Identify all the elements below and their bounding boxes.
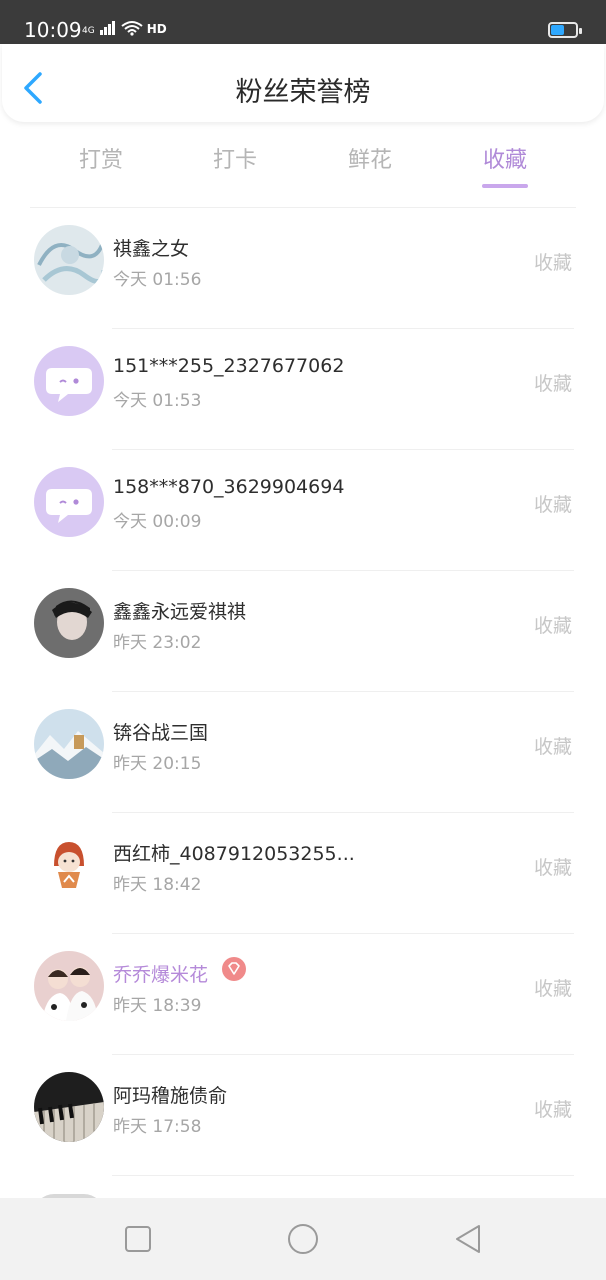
- tab-active-indicator: [482, 184, 528, 188]
- list-item[interactable]: 158***870_3629904694 今天 00:09 收藏: [0, 450, 606, 571]
- action-label: 收藏: [533, 252, 572, 274]
- fan-time: 今天 01:53: [113, 391, 202, 411]
- tab-checkin[interactable]: 打卡: [185, 142, 285, 174]
- battery-level: [551, 25, 565, 35]
- list-item[interactable]: 鑫鑫永远爱祺祺 昨天 23:02 收藏: [0, 571, 606, 692]
- avatar[interactable]: [34, 467, 104, 537]
- avatar[interactable]: [34, 346, 104, 416]
- list-item[interactable]: 锛谷战三国 昨天 20:15 收藏: [0, 692, 606, 813]
- tab-favorites-label: 收藏: [482, 148, 527, 173]
- landscape-avatar-icon: [34, 709, 104, 779]
- list-item[interactable]: 西红柿_4087912053255... 昨天 18:42 收藏: [0, 813, 606, 934]
- fan-name: 祺鑫之女: [113, 238, 190, 260]
- title-bar: 粉丝荣誉榜: [2, 44, 604, 122]
- row-divider: [112, 1175, 574, 1176]
- avatar[interactable]: [34, 588, 104, 658]
- tab-flowers[interactable]: 鲜花: [320, 142, 420, 174]
- vip-badge: [222, 957, 246, 981]
- system-nav-bar: [0, 1198, 606, 1280]
- cartoon-avatar-icon: [34, 830, 104, 900]
- fan-list: 祺鑫之女 今天 01:56 收藏 151***255_2327677062 今天…: [0, 208, 606, 1176]
- status-icons: 4G HD: [82, 20, 167, 36]
- action-label: 收藏: [533, 373, 572, 395]
- action-label: 收藏: [533, 736, 572, 758]
- battery-icon: [548, 22, 582, 38]
- fan-time: 昨天 20:15: [113, 754, 202, 774]
- list-item[interactable]: 祺鑫之女 今天 01:56 收藏: [0, 208, 606, 329]
- fan-name: 阿玛穞施债俞: [113, 1085, 228, 1107]
- avatar[interactable]: [34, 1072, 104, 1142]
- status-time: 10:09: [24, 18, 82, 42]
- anime-art-avatar-icon: [34, 225, 104, 295]
- list-item[interactable]: 乔乔爆米花 昨天 18:39 收藏: [0, 934, 606, 1055]
- fan-time: 今天 00:09: [113, 512, 202, 532]
- back-nav-button[interactable]: [451, 1222, 485, 1256]
- fan-name: 鑫鑫永远爱祺祺: [113, 601, 247, 623]
- list-item[interactable]: 阿玛穞施债俞 昨天 17:58 收藏: [0, 1055, 606, 1176]
- piano-avatar-icon: [34, 1072, 104, 1142]
- tab-favorites[interactable]: 收藏: [455, 142, 555, 188]
- hd-label: HD: [146, 22, 167, 36]
- diamond-icon: [228, 962, 240, 975]
- status-bar: 10:09 4G HD: [0, 0, 606, 44]
- chat-bubble-avatar-icon: [34, 467, 104, 537]
- action-label: 收藏: [533, 1099, 572, 1121]
- action-label: 收藏: [533, 494, 572, 516]
- action-label: 收藏: [533, 615, 572, 637]
- avatar[interactable]: [34, 951, 104, 1021]
- fan-time: 今天 01:56: [113, 270, 202, 290]
- action-label: 收藏: [533, 857, 572, 879]
- fan-time: 昨天 17:58: [113, 1117, 202, 1137]
- recent-apps-button[interactable]: [121, 1222, 155, 1256]
- network-label: 4G: [82, 26, 95, 36]
- signal-icon: [99, 21, 115, 35]
- list-item[interactable]: 151***255_2327677062 今天 01:53 收藏: [0, 329, 606, 450]
- tab-reward[interactable]: 打赏: [51, 142, 151, 174]
- couple-avatar-icon: [34, 951, 104, 1021]
- square-icon: [125, 1226, 151, 1252]
- avatar[interactable]: [34, 225, 104, 295]
- fan-name: 151***255_2327677062: [113, 355, 345, 377]
- fan-time: 昨天 23:02: [113, 633, 202, 653]
- avatar[interactable]: [34, 830, 104, 900]
- portrait-avatar-icon: [34, 588, 104, 658]
- action-label: 收藏: [533, 978, 572, 1000]
- tab-bar: 打赏 打卡 鲜花 收藏: [0, 138, 606, 194]
- chat-bubble-avatar-icon: [34, 346, 104, 416]
- fan-name: 西红柿_4087912053255...: [113, 843, 353, 865]
- triangle-back-icon: [456, 1225, 480, 1253]
- circle-icon: [288, 1224, 318, 1254]
- fan-time: 昨天 18:42: [113, 875, 202, 895]
- wifi-icon: [121, 21, 143, 36]
- avatar[interactable]: [34, 709, 104, 779]
- fan-name: 锛谷战三国: [113, 722, 209, 744]
- page-title: 粉丝荣誉榜: [235, 77, 371, 108]
- home-button[interactable]: [286, 1222, 320, 1256]
- fan-name: 158***870_3629904694: [113, 476, 345, 498]
- fan-name: 乔乔爆米花: [113, 964, 209, 986]
- fan-time: 昨天 18:39: [113, 996, 202, 1016]
